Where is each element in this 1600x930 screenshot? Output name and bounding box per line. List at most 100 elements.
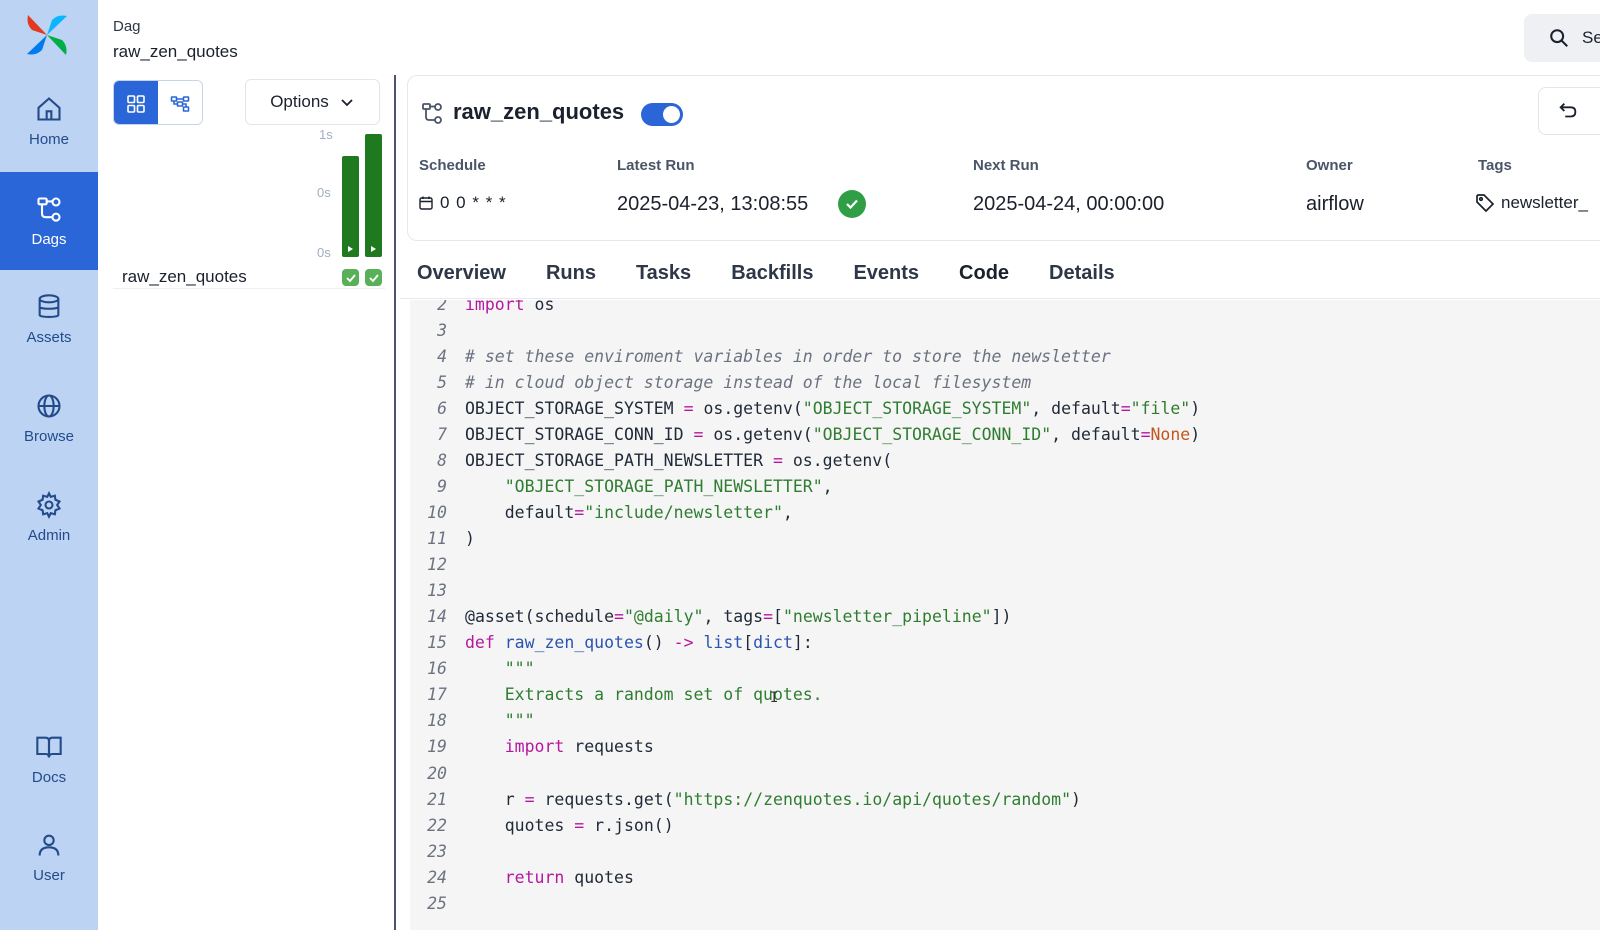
database-icon [38, 293, 60, 318]
line-number: 25 [427, 893, 447, 913]
tag-label: newsletter_ [1501, 193, 1588, 212]
run-duration-bar[interactable] [365, 134, 382, 257]
panel-resize-handle[interactable] [394, 75, 396, 930]
options-dropdown[interactable]: Options [245, 79, 380, 125]
breadcrumb-dag[interactable]: Dag [113, 18, 141, 35]
code-line: 10 default="include/newsletter", [410, 499, 793, 525]
code-line: 19 import requests [410, 734, 654, 760]
code-text: OBJECT_STORAGE_SYSTEM = os.getenv("OBJEC… [465, 398, 1201, 418]
tab-code[interactable]: Code [939, 252, 1030, 303]
code-text: default="include/newsletter", [504, 503, 793, 523]
nav-docs[interactable]: Docs [0, 710, 98, 808]
code-line: 7 OBJECT_STORAGE_CONN_ID = os.getenv("OBJ… [410, 421, 1200, 447]
code-viewer[interactable]: 2 import os 3 4 # set these enviroment varia… [410, 300, 1600, 930]
nav-browse[interactable]: Browse [0, 369, 98, 467]
code-text: """ [465, 711, 535, 731]
text-cursor-icon: I [770, 690, 779, 706]
nav-home[interactable]: Home [0, 72, 98, 170]
dag-pause-toggle[interactable] [641, 103, 683, 126]
tab-tasks[interactable]: Tasks [616, 252, 711, 300]
nav-dags[interactable]: Dags [0, 172, 98, 270]
tag-chip[interactable]: newsletter_ [1475, 193, 1588, 213]
code-text: OBJECT_STORAGE_CONN_ID = os.getenv("OBJE… [465, 424, 1201, 444]
tag-icon [1476, 194, 1495, 213]
code-line: 8 OBJECT_STORAGE_PATH_NEWSLETTER = os.get… [410, 447, 892, 473]
nav-user[interactable]: User [0, 808, 98, 906]
owner-label: Owner [1306, 157, 1353, 174]
line-number: 12 [427, 555, 447, 575]
duration-tick-min: 0s [317, 245, 331, 260]
code-text: Extracts a random set of quotes. [465, 685, 823, 705]
left-nav: Home Dags Assets Browse Admin Docs User [0, 0, 98, 930]
task-instance-success[interactable] [365, 269, 382, 286]
schedule-label: Schedule [419, 157, 486, 174]
line-number: 19 [427, 737, 447, 757]
code-line: 9 "OBJECT_STORAGE_PATH_NEWSLETTER", [410, 473, 833, 499]
code-line: 21 r = requests.get("https://zenquotes.i… [410, 786, 1081, 812]
line-number: 13 [427, 581, 447, 601]
code-line: 13 [410, 578, 465, 604]
grid-view-button[interactable] [114, 81, 158, 124]
code-line: 2 import os [410, 300, 554, 317]
nav-user-label: User [33, 866, 65, 884]
code-line: 25 [410, 890, 465, 916]
tab-details[interactable]: Details [1029, 252, 1135, 300]
grid-icon [127, 94, 145, 113]
run-duration-bar[interactable] [342, 156, 359, 257]
line-number: 2 [437, 300, 447, 314]
dag-icon [422, 103, 442, 124]
grid-dag-name[interactable]: raw_zen_quotes [122, 267, 247, 287]
code-text: @asset(schedule="@daily", tags=["newslet… [465, 607, 1012, 627]
dag-tabs: Overview Runs Tasks Backfills Events Cod… [407, 252, 1135, 303]
line-number: 15 [427, 633, 447, 653]
code-text: quotes = r.json() [504, 815, 674, 835]
code-line: 24 return quotes [410, 864, 634, 890]
code-text: ) [465, 529, 475, 549]
grid-row-divider [113, 288, 385, 289]
graph-view-button[interactable] [158, 81, 202, 124]
duration-tick-max: 1s [319, 127, 333, 142]
nav-assets[interactable]: Assets [0, 270, 98, 368]
line-number: 18 [427, 711, 447, 731]
code-line: 20 [410, 760, 465, 786]
tab-overview[interactable]: Overview [407, 252, 526, 300]
line-number: 8 [437, 450, 447, 470]
options-label: Options [270, 92, 329, 111]
code-line: 3 [410, 317, 465, 343]
code-text: "OBJECT_STORAGE_PATH_NEWSLETTER", [504, 476, 833, 496]
line-number: 6 [437, 398, 447, 418]
line-number: 16 [427, 659, 447, 679]
code-line: 23 [410, 838, 465, 864]
nav-docs-label: Docs [31, 768, 67, 786]
task-instance-success[interactable] [342, 269, 359, 286]
schedule-value: 0 0 * * * [418, 193, 507, 213]
book-icon [36, 736, 62, 758]
latest-run-label: Latest Run [617, 157, 695, 174]
chevron-down-icon [341, 99, 353, 107]
airflow-logo[interactable] [22, 10, 72, 60]
code-text: OBJECT_STORAGE_PATH_NEWSLETTER = os.gete… [465, 450, 893, 470]
nav-assets-label: Assets [26, 328, 72, 346]
play-icon [348, 246, 353, 252]
reparse-button[interactable] [1538, 87, 1600, 135]
breadcrumb-dag-id: raw_zen_quotes [113, 42, 238, 61]
line-number: 4 [437, 346, 447, 366]
tab-backfills[interactable]: Backfills [711, 252, 833, 300]
latest-run-value[interactable]: 2025-04-23, 13:08:55 [617, 193, 808, 216]
tab-runs[interactable]: Runs [526, 252, 616, 300]
code-text: r = requests.get("https://zenquotes.io/a… [504, 789, 1081, 809]
nav-admin[interactable]: Admin [0, 468, 98, 566]
line-number: 22 [427, 815, 447, 835]
line-number: 11 [427, 529, 447, 549]
tabs-divider [400, 298, 1600, 299]
nav-home-label: Home [28, 130, 69, 148]
code-line: 12 [410, 552, 465, 578]
code-text: def raw_zen_quotes() -> list[dict]: [465, 633, 813, 653]
check-icon [368, 273, 379, 282]
check-icon [846, 199, 858, 210]
code-text: # in cloud object storage instead of the… [465, 372, 1032, 392]
code-line: 22 quotes = r.json() [410, 812, 674, 838]
line-number: 9 [437, 476, 447, 496]
search-button[interactable]: Se [1524, 14, 1600, 62]
tab-events[interactable]: Events [833, 252, 939, 300]
